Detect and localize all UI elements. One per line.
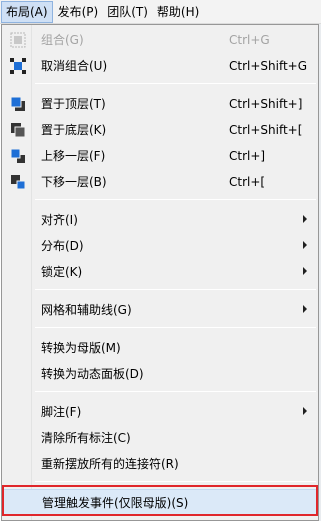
menu-bar: 布局(A) 发布(P) 团队(T) 帮助(H)	[0, 0, 321, 24]
menu-item-convert-master[interactable]: 转换为母版(M)	[3, 335, 317, 361]
shortcut-text: Ctrl+[	[229, 175, 266, 189]
menu-item-label: 转换为动态面板(D)	[41, 367, 144, 381]
separator	[35, 327, 316, 328]
submenu-arrow-icon	[303, 267, 307, 275]
layout-dropdown-menu: 组合(G) Ctrl+G 取消组合(U) Ctrl+Shift+G 置于顶层(T…	[1, 24, 319, 521]
menu-item-lock[interactable]: 锁定(K)	[3, 259, 317, 285]
menu-item-label: 清除所有标注(C)	[41, 431, 131, 445]
menu-item-label: 分布(D)	[41, 239, 84, 253]
menu-item-label: 锁定(K)	[41, 265, 83, 279]
menu-item-label: 脚注(F)	[41, 405, 82, 419]
menu-item-footnotes[interactable]: 脚注(F)	[3, 399, 317, 425]
separator	[35, 199, 316, 200]
shortcut-text: Ctrl+]	[229, 149, 266, 163]
menu-layout[interactable]: 布局(A)	[1, 0, 53, 23]
send-to-back-icon	[10, 122, 26, 138]
menu-item-label: 重新摆放所有的连接符(R)	[41, 457, 179, 471]
menu-item-clear-annotations[interactable]: 清除所有标注(C)	[3, 425, 317, 451]
menu-item-label: 网格和辅助线(G)	[41, 303, 132, 317]
menu-item-bring-forward[interactable]: 上移一层(F) Ctrl+]	[3, 143, 317, 169]
separator	[35, 289, 316, 290]
menu-item-bring-to-front[interactable]: 置于顶层(T) Ctrl+Shift+]	[3, 91, 317, 117]
menu-team[interactable]: 团队(T)	[103, 1, 152, 23]
separator	[35, 391, 316, 392]
menu-item-reroute-connectors[interactable]: 重新摆放所有的连接符(R)	[3, 451, 317, 477]
submenu-arrow-icon	[303, 215, 307, 223]
menu-item-manage-raised-events[interactable]: 管理触发事件(仅限母版)(S)	[3, 489, 317, 515]
menu-item-label: 置于顶层(T)	[41, 97, 106, 111]
separator	[35, 83, 316, 84]
menu-item-grid-guides[interactable]: 网格和辅助线(G)	[3, 297, 317, 323]
menu-item-group: 组合(G) Ctrl+G	[3, 27, 317, 53]
ungroup-icon	[10, 58, 26, 74]
shortcut-text: Ctrl+Shift+G	[229, 59, 308, 73]
menu-item-label: 组合(G)	[41, 33, 84, 47]
menu-item-distribute[interactable]: 分布(D)	[3, 233, 317, 259]
menu-item-label: 置于底层(K)	[41, 123, 107, 137]
menu-item-label: 管理触发事件(仅限母版)(S)	[42, 496, 189, 510]
menu-item-send-to-back[interactable]: 置于底层(K) Ctrl+Shift+[	[3, 117, 317, 143]
menu-item-label: 取消组合(U)	[41, 59, 108, 73]
menu-publish[interactable]: 发布(P)	[54, 1, 103, 23]
shortcut-text: Ctrl+G	[229, 33, 270, 47]
bring-forward-icon	[10, 148, 26, 164]
menu-item-convert-dynamic-panel[interactable]: 转换为动态面板(D)	[3, 361, 317, 387]
menu-item-label: 上移一层(F)	[41, 149, 106, 163]
bring-to-front-icon	[10, 96, 26, 112]
menu-item-label: 转换为母版(M)	[41, 341, 121, 355]
shortcut-text: Ctrl+Shift+]	[229, 97, 303, 111]
submenu-arrow-icon	[303, 407, 307, 415]
submenu-arrow-icon	[303, 241, 307, 249]
menu-item-label: 下移一层(B)	[41, 175, 107, 189]
shortcut-text: Ctrl+Shift+[	[229, 123, 303, 137]
group-icon	[10, 32, 26, 48]
menu-item-align[interactable]: 对齐(I)	[3, 207, 317, 233]
send-backward-icon	[10, 174, 26, 190]
menu-item-label: 对齐(I)	[41, 213, 78, 227]
menu-help[interactable]: 帮助(H)	[153, 1, 203, 23]
menu-item-ungroup[interactable]: 取消组合(U) Ctrl+Shift+G	[3, 53, 317, 79]
menu-item-send-backward[interactable]: 下移一层(B) Ctrl+[	[3, 169, 317, 195]
submenu-arrow-icon	[303, 305, 307, 313]
separator	[35, 481, 316, 482]
